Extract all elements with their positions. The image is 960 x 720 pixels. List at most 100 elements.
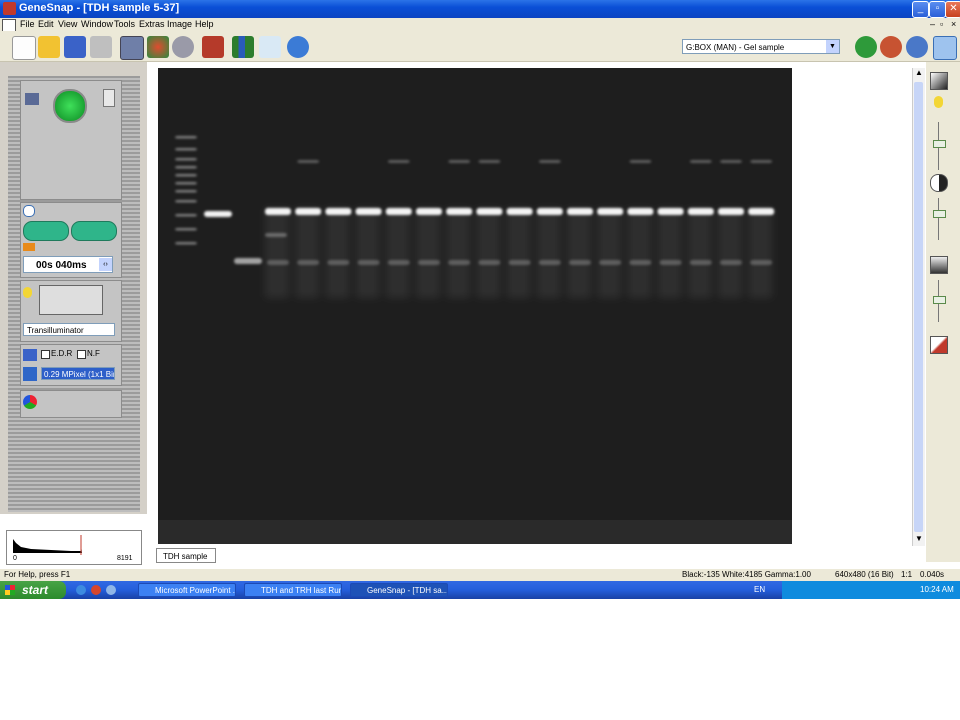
ie-icon[interactable] — [76, 585, 86, 595]
menu-file[interactable]: File — [20, 18, 35, 31]
peaks-icon[interactable] — [259, 36, 281, 58]
lane-smear — [385, 208, 410, 298]
contrast-icon[interactable] — [930, 174, 948, 192]
language-indicator[interactable]: EN — [754, 585, 765, 594]
task-powerpoint[interactable]: Microsoft PowerPoint ... — [138, 583, 236, 597]
auto-exposure-icon — [23, 243, 35, 251]
lane-smear — [687, 208, 712, 298]
lane-smear — [627, 208, 652, 298]
gel-band — [538, 160, 561, 163]
mdi-minimize-icon[interactable]: – — [930, 18, 935, 31]
gel-band — [629, 160, 652, 163]
gel-band — [385, 208, 412, 215]
nf-label: N.F — [87, 349, 100, 358]
lane-smear — [718, 208, 742, 298]
gel-band — [748, 208, 775, 215]
menu-help[interactable]: Help — [195, 18, 214, 31]
capture-button[interactable] — [53, 89, 87, 123]
menu-tools[interactable]: Tools — [114, 18, 135, 31]
lane-smear — [295, 208, 320, 298]
gamma-slider[interactable] — [933, 296, 946, 304]
contrast-slider-track[interactable] — [938, 198, 939, 240]
book-icon[interactable] — [202, 36, 224, 58]
app-icon[interactable] — [3, 2, 16, 15]
menu-edit[interactable]: Edit — [38, 18, 54, 31]
menu-window[interactable]: Window — [81, 18, 113, 31]
menu-image[interactable]: Image — [167, 18, 192, 31]
ladder-band — [175, 174, 197, 177]
ladder-band — [175, 136, 197, 139]
lane-smear — [265, 208, 289, 298]
zoom-in-icon[interactable] — [855, 36, 877, 58]
gel-image[interactable] — [158, 68, 792, 544]
save-icon[interactable] — [64, 36, 86, 58]
gradient-icon[interactable] — [930, 72, 948, 90]
chart-icon[interactable] — [232, 36, 254, 58]
rgb-icon[interactable] — [23, 395, 37, 409]
status-bar: For Help, press F1 Black:-135 White:4185… — [0, 569, 960, 581]
gel-band — [446, 208, 473, 215]
lane-smear — [748, 208, 773, 298]
source-select[interactable]: G:BOX (MAN) - Gel sample ▼ — [682, 39, 840, 54]
scrollbar-thumb[interactable] — [914, 82, 923, 532]
quicklaunch-icon[interactable] — [91, 585, 101, 595]
clock[interactable]: 10:24 AM — [920, 585, 954, 594]
gel-band — [750, 260, 773, 265]
maximize-button[interactable]: ▫ — [929, 1, 946, 18]
brightness-slider[interactable] — [933, 140, 946, 148]
gel-band — [569, 260, 591, 265]
mdi-restore-icon[interactable]: ▫ — [940, 18, 943, 31]
light-select[interactable]: Transilluminator — [23, 323, 115, 336]
edr-checkbox[interactable] — [41, 350, 50, 359]
chevron-down-icon[interactable]: ▼ — [826, 40, 839, 53]
new-icon[interactable] — [12, 36, 36, 60]
scroll-up-icon[interactable]: ▲ — [915, 68, 923, 77]
brightness-icon — [934, 96, 943, 108]
vertical-scrollbar[interactable]: ▲ ▼ — [912, 68, 925, 546]
status-levels: Black:-135 White:4185 Gamma:1.00 — [682, 570, 811, 579]
gamma-icon[interactable] — [930, 256, 948, 274]
menu-extras[interactable]: Extras — [139, 18, 165, 31]
exposure-multi-button[interactable] — [71, 221, 117, 241]
gel-band — [597, 208, 624, 215]
camera-icon[interactable] — [120, 36, 144, 60]
light-section: Transilluminator — [20, 280, 122, 342]
resolution-select[interactable]: 0.29 MPixel (1x1 Binning) — [41, 367, 115, 380]
palette-icon[interactable] — [147, 36, 169, 58]
tab-gel-sample[interactable]: TDH sample ... — [156, 548, 216, 576]
gel-band — [448, 260, 471, 265]
menu-view[interactable]: View — [58, 18, 77, 31]
zoom-out-icon[interactable] — [880, 36, 902, 58]
exposure-preview-button[interactable] — [23, 221, 69, 241]
print-icon[interactable] — [90, 36, 112, 58]
gel-band — [720, 160, 742, 163]
lane-smear — [657, 208, 682, 298]
edr-label: E.D.R — [51, 349, 73, 358]
help-icon[interactable] — [287, 36, 309, 58]
gel-band — [325, 208, 352, 215]
capture-section — [20, 80, 122, 200]
close-button[interactable]: ✕ — [945, 1, 960, 18]
start-button[interactable]: start — [0, 581, 66, 599]
exposure-stepper[interactable]: ‹› — [99, 258, 112, 271]
lane-smear — [325, 208, 350, 298]
contrast-slider[interactable] — [933, 210, 946, 218]
saturation-icon[interactable] — [930, 336, 948, 354]
gel-band — [267, 260, 289, 265]
nf-checkbox[interactable] — [77, 350, 86, 359]
lane-smear — [355, 208, 380, 298]
scroll-down-icon[interactable]: ▼ — [915, 534, 923, 543]
minimize-button[interactable]: _ — [912, 1, 929, 18]
open-icon[interactable] — [38, 36, 60, 58]
system-tray: 10:24 AM — [782, 581, 960, 599]
gear-icon[interactable] — [172, 36, 194, 58]
zoom-fit-icon[interactable] — [933, 36, 957, 60]
task-genesnap[interactable]: GeneSnap - [TDH sa... — [350, 583, 448, 597]
lane-smear — [536, 208, 561, 298]
mdi-close-icon[interactable]: × — [951, 18, 956, 31]
zoom-1-1-icon[interactable] — [906, 36, 928, 58]
task-folder[interactable]: TDH and TRH last Run — [244, 583, 342, 597]
lane-smear — [416, 208, 440, 298]
options-section: E.D.R N.F 0.29 MPixel (1x1 Binning) — [20, 344, 122, 386]
desktop-icon[interactable] — [106, 585, 116, 595]
